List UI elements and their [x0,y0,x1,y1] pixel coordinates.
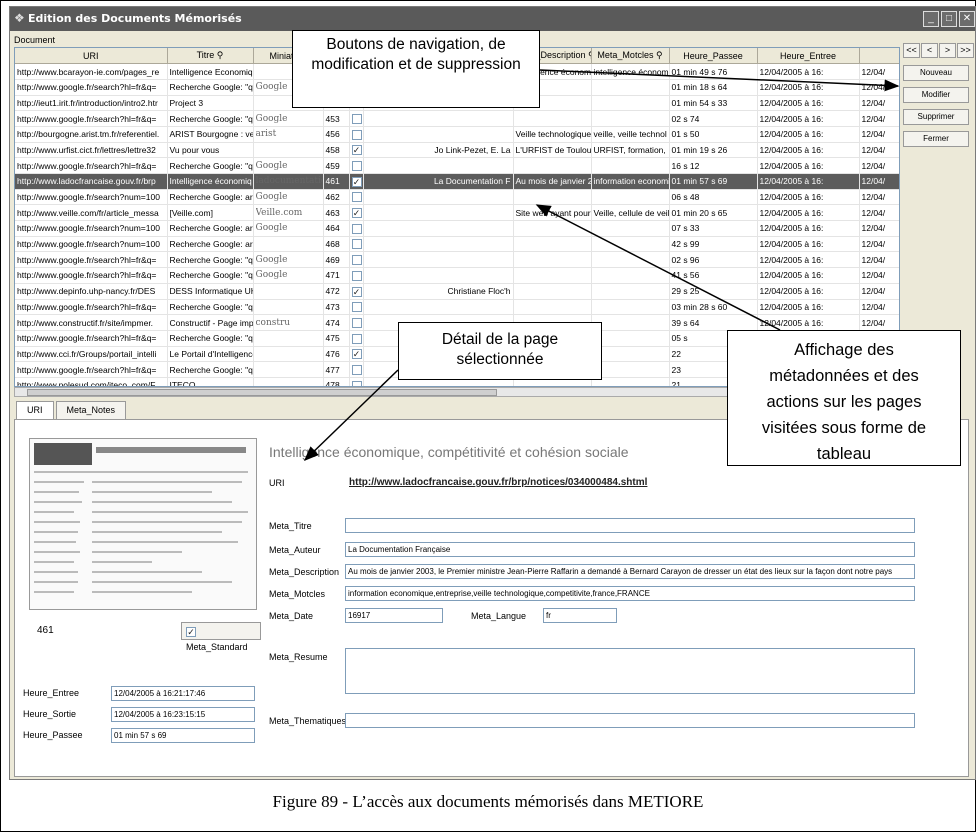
figure-caption: Figure 89 - L’accès aux documents mémori… [272,792,704,811]
arrow-to-table [535,204,781,331]
arrow-to-detail [303,369,399,462]
arrow-to-buttons [539,69,900,92]
annotation-arrows [303,69,900,462]
